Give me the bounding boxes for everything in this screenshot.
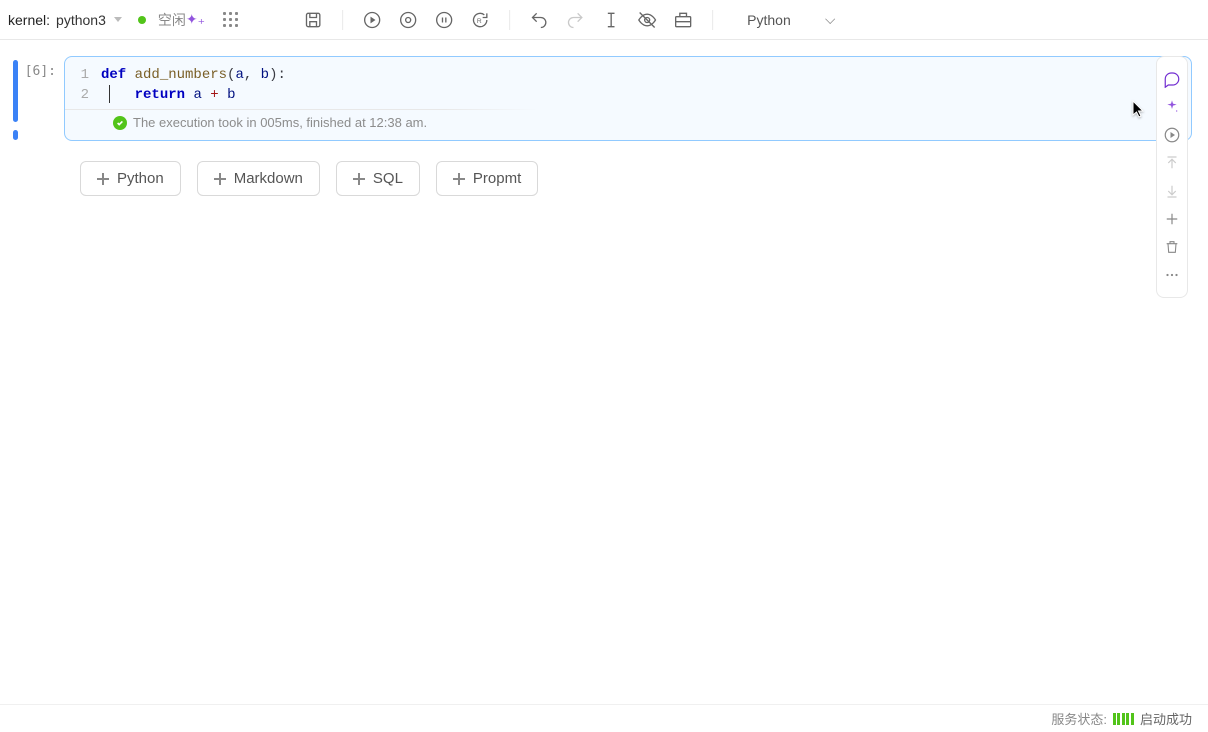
chevron-down-icon <box>825 14 835 24</box>
gutter-bar-icon <box>13 60 18 122</box>
code-lines[interactable]: def add_numbers(a, b): return a + b <box>101 65 1191 105</box>
add-cell-row: Python Markdown SQL Propmt <box>20 141 1192 196</box>
status-dot-icon <box>138 16 146 24</box>
add-sql-button[interactable]: SQL <box>336 161 420 196</box>
pause-icon[interactable] <box>433 9 455 31</box>
kernel-label: kernel: <box>8 12 50 28</box>
run-icon[interactable] <box>361 9 383 31</box>
kernel-name: python3 <box>56 12 106 28</box>
kernel-selector[interactable]: kernel: python3 空闲 <box>8 10 186 30</box>
cell-side-panel <box>1156 56 1188 298</box>
undo-icon[interactable] <box>528 9 550 31</box>
add-cell-icon[interactable] <box>1158 205 1186 233</box>
svg-text:R: R <box>477 17 482 24</box>
add-python-button[interactable]: Python <box>80 161 181 196</box>
top-toolbar: kernel: python3 空闲 R <box>0 0 1208 40</box>
add-prompt-button[interactable]: Propmt <box>436 161 538 196</box>
line-numbers: 1 2 <box>65 65 101 105</box>
kernel-status-text: 空闲 <box>158 10 186 30</box>
run-cell-icon[interactable] <box>1158 121 1186 149</box>
code-cell[interactable]: 1 2 def add_numbers(a, b): return a + b … <box>64 56 1192 141</box>
add-btn-label: SQL <box>373 170 403 187</box>
move-up-icon[interactable] <box>1158 149 1186 177</box>
execution-count: [6]: <box>20 56 64 79</box>
apps-grid-icon[interactable] <box>223 12 239 28</box>
layout-icon[interactable] <box>672 9 694 31</box>
content-column: [6]: 1 2 def add_numbers(a, b): return a… <box>20 56 1198 196</box>
language-selected: Python <box>747 12 791 28</box>
plus-icon <box>353 173 365 185</box>
more-icon[interactable] <box>1158 261 1186 289</box>
chevron-down-icon <box>114 17 122 22</box>
notebook-main: [6]: 1 2 def add_numbers(a, b): return a… <box>0 40 1208 196</box>
eye-off-icon[interactable] <box>636 9 658 31</box>
separator <box>342 10 343 30</box>
locate-icon[interactable] <box>397 9 419 31</box>
text-cursor-icon[interactable] <box>600 9 622 31</box>
toolbar-center: R Python <box>302 9 841 31</box>
add-markdown-button[interactable]: Markdown <box>197 161 320 196</box>
delete-cell-icon[interactable] <box>1158 233 1186 261</box>
lineno: 2 <box>65 85 89 105</box>
gutter-bar-icon <box>13 130 18 140</box>
status-footer: 服务状态: 启动成功 <box>0 704 1208 732</box>
separator <box>509 10 510 30</box>
language-select[interactable]: Python <box>741 12 841 28</box>
add-btn-label: Python <box>117 170 164 187</box>
service-status-label: 服务状态: <box>1051 709 1107 728</box>
execution-status: The execution took in 005ms, finished at… <box>65 109 1191 140</box>
code-line: def add_numbers(a, b): <box>101 65 1191 85</box>
signal-bars-icon <box>1113 713 1134 725</box>
redo-icon[interactable] <box>564 9 586 31</box>
cell-gutter[interactable] <box>10 56 20 140</box>
code-line: return a + b <box>101 85 1191 105</box>
separator <box>712 10 713 30</box>
add-btn-label: Propmt <box>473 170 521 187</box>
text-cursor <box>109 85 110 103</box>
comment-icon[interactable] <box>1158 65 1186 93</box>
plus-icon <box>453 173 465 185</box>
move-down-icon[interactable] <box>1158 177 1186 205</box>
sparkle-icon[interactable]: ✦₊ <box>186 11 205 28</box>
lineno: 1 <box>65 65 89 85</box>
toolbar-right: ✦₊ <box>186 11 239 28</box>
code-editor[interactable]: 1 2 def add_numbers(a, b): return a + b <box>65 57 1191 109</box>
code-cell-wrap: [6]: 1 2 def add_numbers(a, b): return a… <box>20 56 1192 141</box>
execution-status-text: The execution took in 005ms, finished at… <box>133 115 427 130</box>
plus-icon <box>214 173 226 185</box>
save-icon[interactable] <box>302 9 324 31</box>
plus-icon <box>97 173 109 185</box>
service-status-text: 启动成功 <box>1140 709 1192 728</box>
add-btn-label: Markdown <box>234 170 303 187</box>
check-circle-icon <box>113 116 127 130</box>
restart-icon[interactable]: R <box>469 9 491 31</box>
sparkle-icon[interactable] <box>1158 93 1186 121</box>
